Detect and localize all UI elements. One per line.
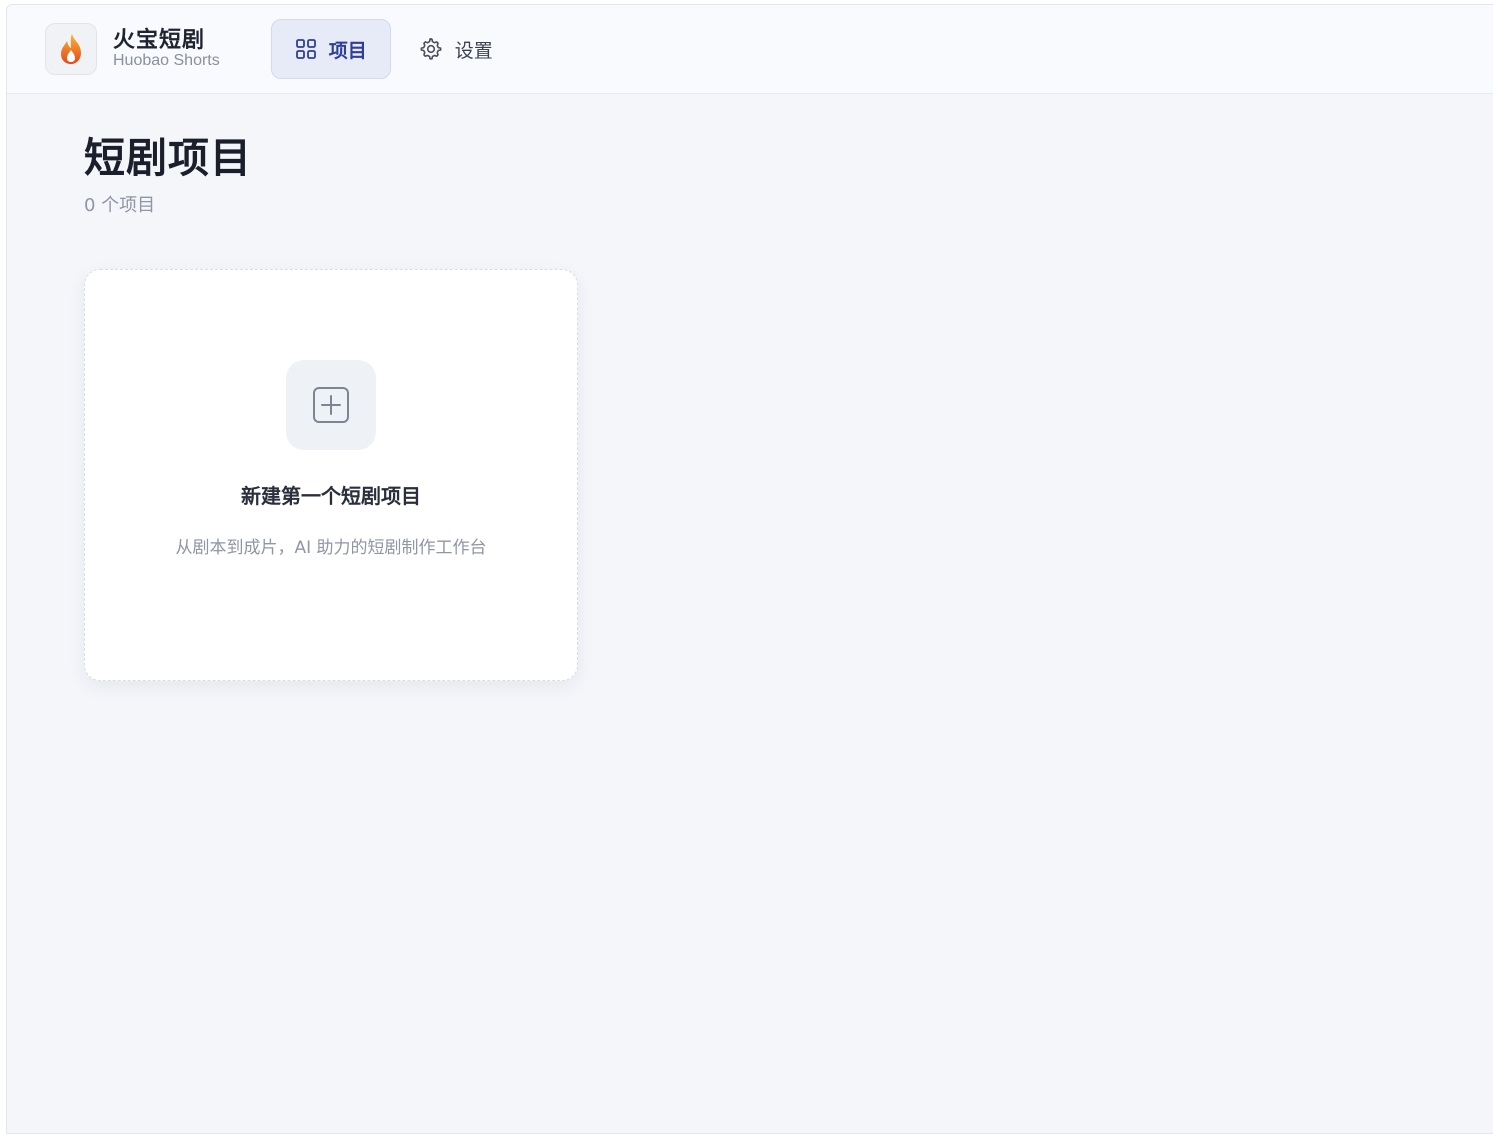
nav-item-label: 项目 xyxy=(328,39,367,62)
plus-square-icon xyxy=(313,387,349,424)
nav-item-settings[interactable]: 设置 xyxy=(413,19,499,79)
new-project-card[interactable]: 新建第一个短剧项目 从剧本到成片，AI 助力的短剧制作工作台 xyxy=(84,269,578,682)
app-window: 火宝短剧 Huobao Shorts 项目 设置 短剧项目 0 个项目 新建第一… xyxy=(6,4,1493,1134)
brand[interactable]: 火宝短剧 Huobao Shorts xyxy=(45,23,220,75)
gear-icon xyxy=(420,38,442,60)
project-count: 0 个项目 xyxy=(84,195,156,217)
new-project-icon-box xyxy=(286,360,376,451)
app-subtitle: Huobao Shorts xyxy=(113,52,220,69)
top-navigation-bar: 火宝短剧 Huobao Shorts 项目 设置 xyxy=(7,5,1493,94)
page-title: 短剧项目 xyxy=(84,134,252,182)
nav-item-projects[interactable]: 项目 xyxy=(270,19,391,79)
flame-icon xyxy=(61,34,81,64)
main-content: 短剧项目 0 个项目 新建第一个短剧项目 从剧本到成片，AI 助力的短剧制作工作… xyxy=(7,94,1493,682)
app-logo xyxy=(45,23,97,75)
grid-icon xyxy=(295,39,316,59)
new-project-title: 新建第一个短剧项目 xyxy=(241,484,421,509)
new-project-description: 从剧本到成片，AI 助力的短剧制作工作台 xyxy=(175,538,487,559)
app-title: 火宝短剧 xyxy=(113,27,206,53)
nav-item-label: 设置 xyxy=(454,39,493,62)
